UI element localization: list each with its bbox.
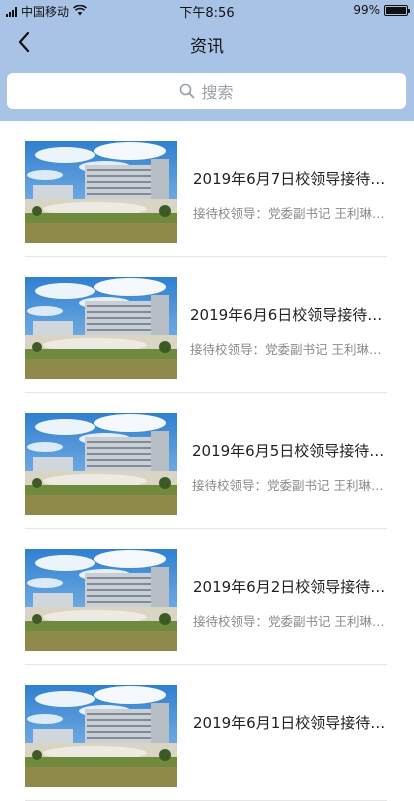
news-subtitle: 接待校领导：党委副书记 王利琳… bbox=[190, 342, 382, 357]
header: 中国移动 下午8:56 99% 资讯 搜索 bbox=[0, 0, 414, 121]
news-text: 2019年6月7日校领导接待日… 接待校领导：党委副书记 王利琳… bbox=[193, 168, 392, 222]
news-text: 2019年6月1日校领导接待日… bbox=[193, 712, 392, 747]
news-subtitle: 接待校领导：党委副书记 王利琳… bbox=[193, 206, 385, 221]
news-title: 2019年6月2日校领导接待日… bbox=[193, 578, 392, 596]
news-text: 2019年6月5日校领导接待日… 接待校领导：党委副书记 王利琳… bbox=[192, 440, 392, 494]
status-time: 下午8:56 bbox=[179, 6, 235, 21]
search-placeholder: 搜索 bbox=[201, 83, 234, 102]
status-bar: 中国移动 下午8:56 99% bbox=[0, 0, 414, 22]
news-thumbnail bbox=[25, 141, 177, 243]
news-title: 2019年6月6日校领导接待日… bbox=[190, 306, 392, 324]
page-title: 资讯 bbox=[190, 37, 224, 57]
news-item-3[interactable]: 2019年6月5日校领导接待日… 接待校领导：党委副书记 王利琳… bbox=[0, 393, 414, 529]
news-item-2[interactable]: 2019年6月6日校领导接待日… 接待校领导：党委副书记 王利琳… bbox=[0, 257, 414, 393]
news-item-5[interactable]: 2019年6月1日校领导接待日… bbox=[0, 665, 414, 801]
news-thumbnail bbox=[25, 549, 177, 651]
news-title: 2019年6月5日校领导接待日… bbox=[192, 442, 392, 460]
news-thumbnail bbox=[25, 685, 177, 787]
battery-icon bbox=[384, 4, 410, 16]
news-thumbnail bbox=[25, 413, 177, 515]
search-bar[interactable]: 搜索 bbox=[7, 73, 406, 109]
news-item-4[interactable]: 2019年6月2日校领导接待日… 接待校领导：党委副书记 王利琳… bbox=[0, 529, 414, 665]
search-icon bbox=[180, 83, 195, 99]
news-title: 2019年6月7日校领导接待日… bbox=[193, 170, 392, 188]
news-subtitle: 接待校领导：党委副书记 王利琳… bbox=[192, 478, 384, 493]
news-item-1[interactable]: 2019年6月7日校领导接待日… 接待校领导：党委副书记 王利琳… bbox=[0, 121, 414, 257]
news-list: 2019年6月7日校领导接待日… 接待校领导：党委副书记 王利琳… 2019年6… bbox=[0, 121, 414, 801]
news-thumbnail bbox=[25, 277, 177, 379]
news-subtitle: 接待校领导：党委副书记 王利琳… bbox=[193, 614, 385, 629]
news-text: 2019年6月6日校领导接待日… 接待校领导：党委副书记 王利琳… bbox=[190, 304, 392, 358]
news-text: 2019年6月2日校领导接待日… 接待校领导：党委副书记 王利琳… bbox=[193, 576, 392, 630]
nav-bar: 资讯 bbox=[0, 22, 414, 64]
battery-percent: 99% bbox=[353, 3, 380, 17]
news-title: 2019年6月1日校领导接待日… bbox=[193, 714, 392, 732]
